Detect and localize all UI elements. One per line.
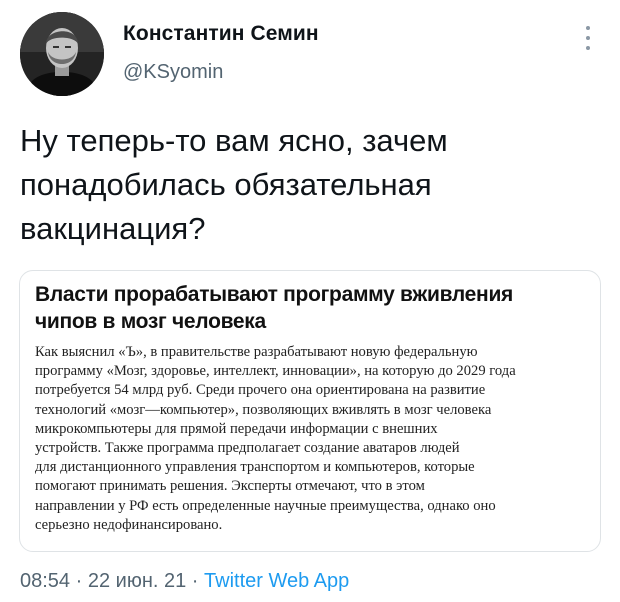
card-headline-line: Власти прорабатывают программу вживления xyxy=(35,283,514,306)
tweet-text-line: понадобилась обязательная xyxy=(20,167,432,202)
card-body-line: Как выяснил «Ъ», в правительстве разраба… xyxy=(35,344,478,360)
card-body-line: серьезно недофинансировано. xyxy=(35,516,223,533)
more-vertical-icon[interactable] xyxy=(578,24,598,52)
card-headline: Власти прорабатывают программу вживления… xyxy=(35,281,585,335)
card-body-line: микрокомпьютеры для прямой передачи инфо… xyxy=(35,420,438,437)
avatar[interactable] xyxy=(20,12,104,96)
author-name[interactable]: Константин Семин xyxy=(123,22,319,46)
card-body-line: потребуется 54 млрд руб. Среди прочего о… xyxy=(35,382,486,399)
card-body-line: направлении у РФ есть определенные научн… xyxy=(35,497,496,514)
avatar-photo xyxy=(20,12,104,96)
card-body-line: программу «Мозг, здоровье, интеллект, ин… xyxy=(35,363,516,380)
tweet-text-line: вакцинация? xyxy=(20,211,206,246)
tweet-meta: 08:54 · 22 июн. 21 · Twitter Web App xyxy=(20,570,349,593)
card-headline-line: чипов в мозг человека xyxy=(35,310,266,333)
meta-separator: · xyxy=(186,570,205,592)
more-dot xyxy=(586,36,590,40)
author-handle[interactable]: @KSyomin xyxy=(123,61,223,84)
news-card[interactable]: Власти прорабатывают программу вживления… xyxy=(19,270,601,552)
more-dot xyxy=(586,26,590,30)
meta-separator: · xyxy=(70,570,88,592)
more-dot xyxy=(586,46,590,50)
card-body-line: помогают принимать решения. Эксперты отм… xyxy=(35,478,425,495)
card-body-line: устройств. Также программа предполагает … xyxy=(35,440,460,457)
tweet-time[interactable]: 08:54 xyxy=(20,570,70,592)
card-body-line: для дистанционного управления транспорто… xyxy=(35,459,475,476)
tweet-date[interactable]: 22 июн. 21 xyxy=(88,570,186,592)
card-body: Как выяснил «Ъ», в правительстве разраба… xyxy=(35,343,595,535)
tweet-source-link[interactable]: Twitter Web App xyxy=(204,570,349,592)
card-body-line: технологий «мозг—компьютер», позволяющих… xyxy=(35,401,492,418)
tweet-text-line: Ну теперь-то вам ясно, зачем xyxy=(20,123,448,158)
tweet-text: Ну теперь-то вам ясно, зачем понадобилас… xyxy=(20,119,580,251)
